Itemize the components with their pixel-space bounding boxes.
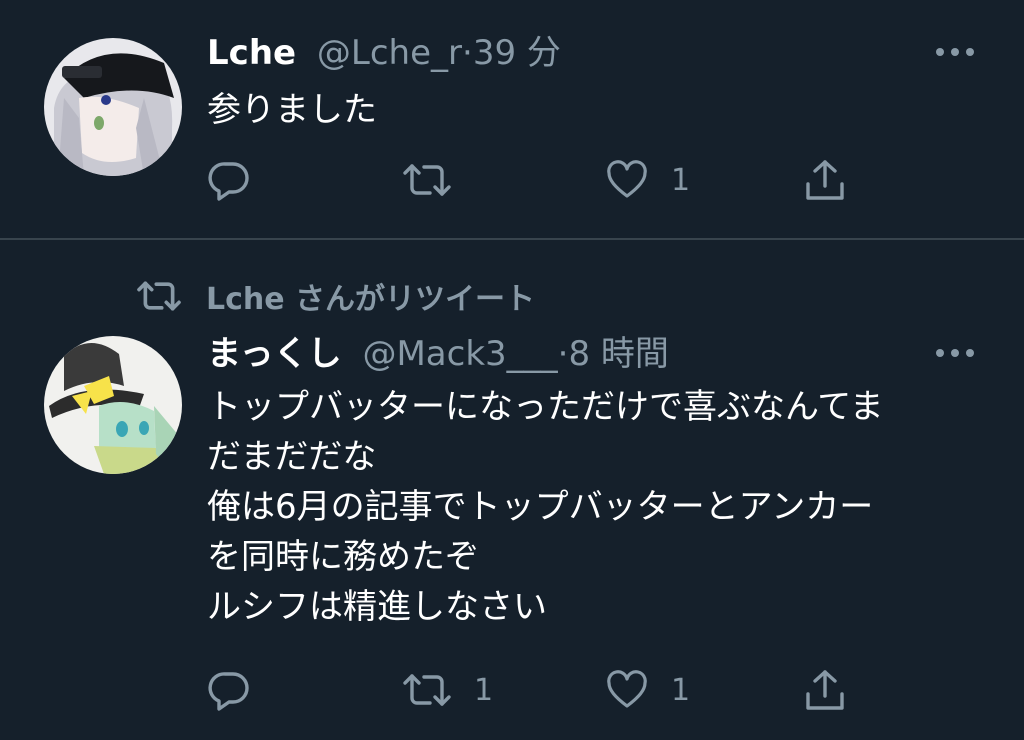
reply-icon — [208, 162, 249, 201]
tweet-header: Lche @Lche_r·39 分 — [207, 33, 561, 73]
avatar[interactable] — [44, 38, 182, 176]
like-count: 1 — [671, 162, 691, 198]
display-name[interactable]: Lche — [207, 33, 296, 73]
more-icon[interactable] — [936, 42, 974, 62]
tweet-header: まっくし @Mack3___·8 時間 — [207, 334, 669, 374]
separator: · — [462, 33, 473, 73]
retweeted-by-label: Lche さんがリツイート — [206, 282, 536, 317]
like-icon — [607, 160, 647, 198]
tweet[interactable]: Lche さんがリツイート まっくし @Mack3___·8 時間 トップバッタ… — [0, 240, 1024, 740]
retweeted-by[interactable]: Lche さんがリツイート — [136, 274, 535, 318]
retweet-icon — [403, 164, 451, 196]
more-icon[interactable] — [936, 343, 974, 363]
retweet-button[interactable]: 1 — [402, 668, 493, 712]
like-icon — [607, 670, 647, 708]
avatar-image — [44, 38, 182, 176]
reply-button[interactable] — [207, 158, 273, 202]
separator: · — [557, 334, 569, 374]
handle[interactable]: @Mack3___ — [362, 334, 557, 374]
handle[interactable]: @Lche_r — [317, 33, 462, 73]
tweet-actions: 1 1 — [207, 668, 867, 712]
share-button[interactable] — [803, 668, 847, 712]
display-name[interactable]: まっくし — [207, 334, 342, 374]
tweet-text: 参りました — [207, 90, 377, 130]
share-icon — [806, 160, 844, 200]
reply-icon — [208, 672, 249, 711]
retweet-icon — [403, 674, 451, 706]
like-count: 1 — [671, 672, 691, 708]
share-icon — [806, 670, 844, 710]
share-button[interactable] — [803, 158, 847, 202]
tweet-text: トップバッターになっただけで喜ぶなんてま だまだだな 俺は6月の記事でトップバッ… — [207, 387, 884, 627]
timestamp[interactable]: 8 時間 — [568, 334, 668, 374]
timeline: Lche @Lche_r·39 分 参りました 1 Lche さんがリツイート … — [0, 0, 1024, 740]
avatar-image — [44, 336, 182, 474]
reply-button[interactable] — [207, 668, 273, 712]
retweet-icon — [137, 281, 181, 311]
tweet-actions: 1 — [207, 158, 867, 202]
timestamp[interactable]: 39 分 — [473, 33, 561, 73]
retweet-count: 1 — [474, 672, 494, 708]
like-button[interactable]: 1 — [605, 158, 690, 202]
retweet-button[interactable] — [402, 158, 474, 202]
avatar[interactable] — [44, 336, 182, 474]
like-button[interactable]: 1 — [605, 668, 690, 712]
tweet[interactable]: Lche @Lche_r·39 分 参りました 1 — [0, 0, 1024, 238]
